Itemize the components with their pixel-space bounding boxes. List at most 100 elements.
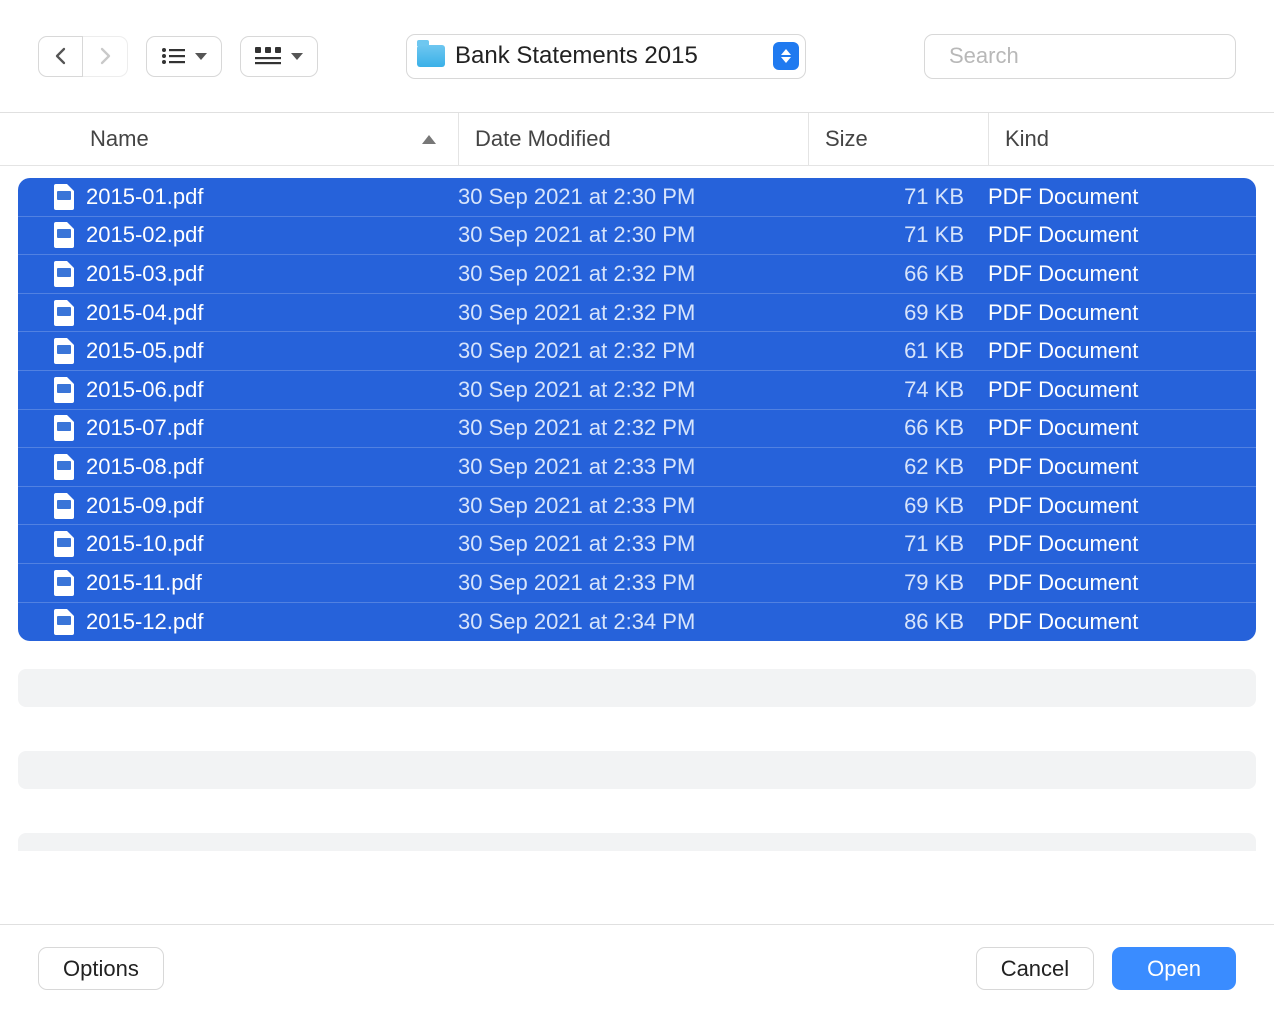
file-kind-cell: PDF Document <box>988 531 1256 557</box>
location-label: Bank Statements 2015 <box>455 42 763 70</box>
view-list-button[interactable] <box>146 36 222 77</box>
file-date-cell: 30 Sep 2021 at 2:33 PM <box>458 493 808 519</box>
file-date-cell: 30 Sep 2021 at 2:33 PM <box>458 531 808 557</box>
file-date-cell: 30 Sep 2021 at 2:32 PM <box>458 300 808 326</box>
file-size-cell: 69 KB <box>808 300 988 326</box>
column-header-kind[interactable]: Kind <box>988 113 1274 165</box>
file-name-label: 2015-06.pdf <box>86 377 203 403</box>
accessory-bar <box>18 833 1256 851</box>
location-popup[interactable]: Bank Statements 2015 <box>406 34 806 79</box>
file-date-cell: 30 Sep 2021 at 2:30 PM <box>458 222 808 248</box>
file-name-cell: 2015-09.pdf <box>54 493 458 519</box>
file-row[interactable]: 2015-07.pdf30 Sep 2021 at 2:32 PM66 KBPD… <box>18 410 1256 449</box>
file-name-cell: 2015-04.pdf <box>54 300 458 326</box>
document-icon <box>54 415 74 441</box>
file-kind-cell: PDF Document <box>988 454 1256 480</box>
document-icon <box>54 377 74 403</box>
file-size-cell: 66 KB <box>808 415 988 441</box>
column-label: Name <box>90 126 149 152</box>
file-size-cell: 66 KB <box>808 261 988 287</box>
file-date-cell: 30 Sep 2021 at 2:32 PM <box>458 377 808 403</box>
accessory-bar <box>18 669 1256 707</box>
file-name-cell: 2015-01.pdf <box>54 184 458 210</box>
group-by-button[interactable] <box>240 36 318 77</box>
file-row[interactable]: 2015-10.pdf 30 Sep 2021 at 2:33 PM71 KBPD… <box>18 525 1256 564</box>
file-name-label: 2015-07.pdf <box>86 415 203 441</box>
file-size-cell: 74 KB <box>808 377 988 403</box>
file-size-cell: 71 KB <box>808 531 988 557</box>
file-name-cell: 2015-10.pdf <box>54 531 458 557</box>
document-icon <box>54 222 74 248</box>
chevron-right-icon <box>98 47 112 65</box>
file-row[interactable]: 2015-08.pdf30 Sep 2021 at 2:33 PM62 KBPD… <box>18 448 1256 487</box>
search-field[interactable] <box>924 34 1236 79</box>
file-name-cell: 2015-02.pdf <box>54 222 458 248</box>
document-icon <box>54 184 74 210</box>
chevron-down-icon <box>291 53 303 60</box>
document-icon <box>54 261 74 287</box>
column-header-name[interactable]: Name <box>18 113 458 165</box>
search-input[interactable] <box>949 43 1237 69</box>
nav-group <box>38 36 128 77</box>
file-date-cell: 30 Sep 2021 at 2:33 PM <box>458 570 808 596</box>
file-row[interactable]: 2015-02.pdf30 Sep 2021 at 2:30 PM71 KBPD… <box>18 217 1256 256</box>
folder-icon <box>417 45 445 67</box>
file-row[interactable]: 2015-05.pdf30 Sep 2021 at 2:32 PM61 KBPD… <box>18 332 1256 371</box>
file-name-label: 2015-12.pdf <box>86 609 203 635</box>
column-label: Date Modified <box>475 126 611 152</box>
file-kind-cell: PDF Document <box>988 261 1256 287</box>
file-size-cell: 61 KB <box>808 338 988 364</box>
file-kind-cell: PDF Document <box>988 338 1256 364</box>
footer: Options Cancel Open <box>0 924 1274 1012</box>
chevron-down-icon <box>195 53 207 60</box>
file-name-label: 2015-09.pdf <box>86 493 203 519</box>
file-date-cell: 30 Sep 2021 at 2:32 PM <box>458 338 808 364</box>
file-size-cell: 62 KB <box>808 454 988 480</box>
file-row[interactable]: 2015-11.pdf30 Sep 2021 at 2:33 PM79 KBPD… <box>18 564 1256 603</box>
file-name-label: 2015-10.pdf <box>86 531 203 557</box>
file-kind-cell: PDF Document <box>988 415 1256 441</box>
file-date-cell: 30 Sep 2021 at 2:32 PM <box>458 261 808 287</box>
file-row[interactable]: 2015-01.pdf30 Sep 2021 at 2:30 PM71 KBPD… <box>18 178 1256 217</box>
column-header-date[interactable]: Date Modified <box>458 113 808 165</box>
document-icon <box>54 338 74 364</box>
file-name-cell: 2015-12.pdf <box>54 609 458 635</box>
file-size-cell: 71 KB <box>808 222 988 248</box>
forward-button[interactable] <box>83 36 128 77</box>
file-row[interactable]: 2015-06.pdf30 Sep 2021 at 2:32 PM74 KBPD… <box>18 371 1256 410</box>
accessory-bar <box>18 751 1256 789</box>
file-date-cell: 30 Sep 2021 at 2:33 PM <box>458 454 808 480</box>
file-row[interactable]: 2015-12.pdf30 Sep 2021 at 2:34 PM86 KBPD… <box>18 603 1256 642</box>
file-row[interactable]: 2015-04.pdf 30 Sep 2021 at 2:32 PM69 KBPD… <box>18 294 1256 333</box>
file-size-cell: 71 KB <box>808 184 988 210</box>
file-size-cell: 86 KB <box>808 609 988 635</box>
file-kind-cell: PDF Document <box>988 222 1256 248</box>
file-date-cell: 30 Sep 2021 at 2:30 PM <box>458 184 808 210</box>
document-icon <box>54 493 74 519</box>
file-name-cell: 2015-11.pdf <box>54 570 458 596</box>
cancel-button[interactable]: Cancel <box>976 947 1094 990</box>
chevron-left-icon <box>54 47 68 65</box>
column-headers: Name Date Modified Size Kind <box>0 113 1274 166</box>
file-kind-cell: PDF Document <box>988 184 1256 210</box>
document-icon <box>54 531 74 557</box>
file-name-cell: 2015-07.pdf <box>54 415 458 441</box>
column-header-size[interactable]: Size <box>808 113 988 165</box>
file-name-label: 2015-04.pdf <box>86 300 203 326</box>
file-name-cell: 2015-06.pdf <box>54 377 458 403</box>
file-date-cell: 30 Sep 2021 at 2:34 PM <box>458 609 808 635</box>
document-icon <box>54 454 74 480</box>
column-label: Size <box>825 126 868 152</box>
back-button[interactable] <box>38 36 83 77</box>
document-icon <box>54 300 74 326</box>
column-label: Kind <box>1005 126 1049 152</box>
file-name-cell: 2015-05.pdf <box>54 338 458 364</box>
file-kind-cell: PDF Document <box>988 300 1256 326</box>
file-size-cell: 79 KB <box>808 570 988 596</box>
file-row[interactable]: 2015-03.pdf30 Sep 2021 at 2:32 PM66 KBPD… <box>18 255 1256 294</box>
options-button[interactable]: Options <box>38 947 164 990</box>
file-row[interactable]: 2015-09.pdf30 Sep 2021 at 2:33 PM69 KBPD… <box>18 487 1256 526</box>
file-name-cell: 2015-03.pdf <box>54 261 458 287</box>
list-view-icon <box>161 47 185 65</box>
open-button[interactable]: Open <box>1112 947 1236 990</box>
